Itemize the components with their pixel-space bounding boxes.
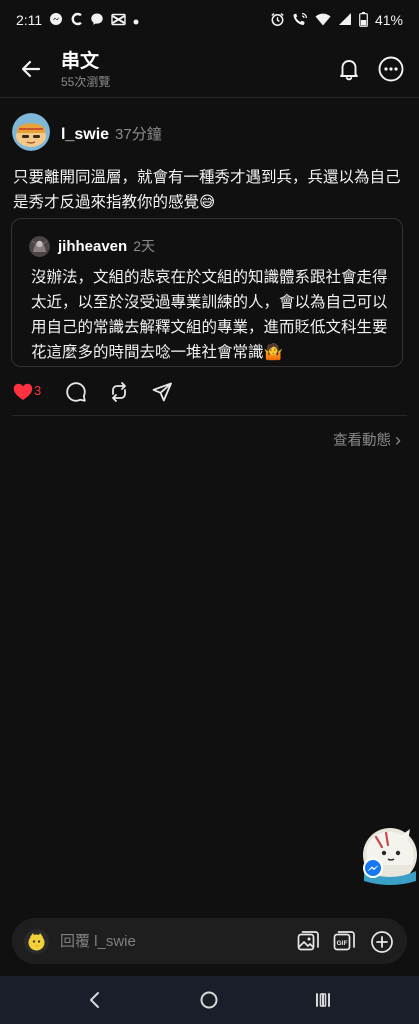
gif-button[interactable]: GIF	[332, 930, 356, 954]
comment-button[interactable]	[65, 381, 87, 403]
wifi-calling-icon	[292, 12, 308, 29]
my-avatar	[24, 929, 49, 954]
alarm-icon	[270, 12, 285, 29]
author-username[interactable]: l_swie	[61, 126, 109, 144]
more-options-button[interactable]	[377, 55, 405, 83]
comment-icon	[66, 382, 86, 402]
status-right: 41%	[270, 11, 403, 29]
nav-recents-icon	[316, 993, 330, 1007]
bell-icon	[340, 60, 358, 81]
chat-bubble-notification-icon	[90, 12, 104, 28]
cellular-signal-icon	[338, 12, 352, 28]
battery-percent: 41%	[374, 12, 403, 28]
quoted-post-time: 2天	[133, 238, 155, 254]
battery-icon	[359, 11, 368, 29]
reply-composer: GIF	[12, 918, 407, 964]
share-button[interactable]	[151, 381, 173, 403]
system-navigation-bar	[0, 976, 419, 1024]
heart-icon	[13, 383, 33, 400]
quoted-username[interactable]: jihheaven	[58, 238, 127, 255]
quoted-author-avatar	[29, 236, 50, 257]
more-notifications-dot-icon	[133, 14, 139, 27]
capcut-notification-icon	[111, 13, 126, 28]
plus-circle-icon	[371, 931, 393, 953]
quoted-avatar-image	[29, 236, 50, 257]
activity-divider	[12, 415, 407, 416]
status-time: 2:11	[16, 12, 43, 28]
nav-recents-button[interactable]	[312, 989, 334, 1011]
send-icon	[152, 382, 172, 402]
ellipsis-icon	[378, 56, 404, 82]
notifications-button[interactable]	[336, 56, 362, 82]
post-time: 37分鐘	[115, 126, 162, 143]
post-body: 只要離開同溫層，就會有一種秀才遇到兵，兵還以為自己是秀才反過來指教你的感覺😅	[13, 169, 401, 211]
nav-back-icon	[90, 992, 99, 1008]
arrow-left-icon	[21, 60, 41, 78]
image-icon	[297, 931, 319, 951]
messenger-chat-head[interactable]	[362, 823, 417, 887]
chevron-right-icon: ›	[395, 429, 401, 450]
quoted-post-header: jihheaven 2天	[58, 236, 155, 256]
status-bar: 2:11 41%	[0, 0, 419, 40]
title-block: 串文 55次瀏覽	[61, 50, 110, 89]
post-actions: 3	[0, 379, 419, 407]
repost-icon	[112, 382, 126, 402]
back-button[interactable]	[18, 56, 44, 82]
author-avatar[interactable]	[12, 113, 50, 151]
attach-image-button[interactable]	[296, 930, 320, 954]
add-attachment-button[interactable]	[370, 930, 394, 954]
author-avatar-image	[12, 113, 50, 151]
my-avatar-image	[24, 929, 49, 954]
wifi-icon	[315, 13, 331, 28]
quoted-post-body: 沒辦法，文組的悲哀在於文組的知識體系跟社會走得太近，以至於沒受過專業訓練的人，會…	[31, 269, 388, 361]
quoted-post-card[interactable]: jihheaven 2天 沒辦法，文組的悲哀在於文組的知識體系跟社會走得太近，以…	[11, 218, 403, 367]
svg-text:GIF: GIF	[337, 940, 348, 947]
thread-header: 串文 55次瀏覽	[0, 40, 419, 98]
nav-back-button[interactable]	[84, 989, 106, 1011]
like-button[interactable]	[12, 381, 34, 403]
app-c-notification-icon	[70, 12, 83, 28]
messenger-notification-icon	[49, 12, 63, 28]
view-activity-link[interactable]: 查看動態 ›	[333, 429, 401, 450]
post-header: l_swie 37分鐘	[61, 123, 162, 144]
nav-home-button[interactable]	[198, 989, 220, 1011]
reply-input[interactable]	[60, 931, 270, 951]
status-left: 2:11	[16, 12, 139, 28]
page-title: 串文	[61, 51, 100, 72]
nav-home-icon	[200, 991, 218, 1009]
like-count: 3	[34, 383, 42, 398]
view-count: 55次瀏覽	[61, 75, 111, 89]
view-activity-label: 查看動態	[333, 433, 391, 449]
repost-button[interactable]	[108, 381, 130, 403]
chat-head-avatar-icon	[363, 828, 417, 885]
gif-icon: GIF	[333, 931, 355, 951]
